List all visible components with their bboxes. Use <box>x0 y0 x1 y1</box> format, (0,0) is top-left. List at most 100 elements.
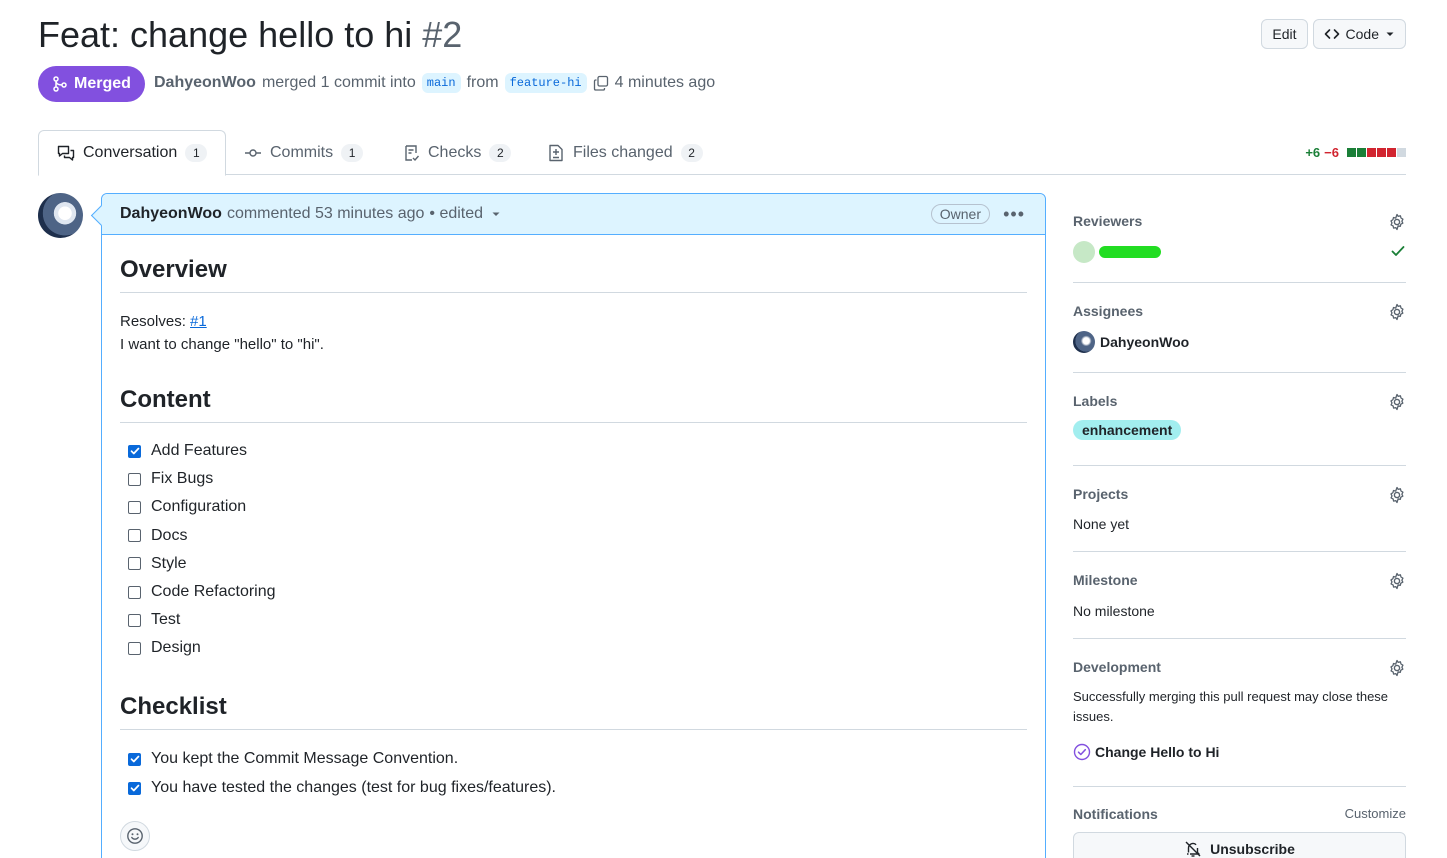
merge-author[interactable]: DahyeonWoo <box>154 74 256 92</box>
caret-down-icon[interactable] <box>491 209 501 219</box>
diffstat-block <box>1377 148 1386 157</box>
bell-slash-icon <box>1185 841 1201 857</box>
diffstat-block <box>1367 148 1376 157</box>
copy-icon[interactable] <box>593 75 609 91</box>
checklist-icon <box>405 144 420 161</box>
head-branch[interactable]: feature-hi <box>504 73 587 93</box>
deletions-count: −6 <box>1324 145 1339 160</box>
assignee-row[interactable]: DahyeonWoo <box>1073 331 1189 353</box>
merge-text: merged 1 commit into <box>261 74 416 91</box>
smiley-icon <box>127 828 143 844</box>
tab-label: Commits <box>270 143 334 161</box>
add-reaction-button[interactable] <box>120 821 150 851</box>
linked-issue[interactable]: Change Hello to Hi <box>1073 743 1219 761</box>
task-label: Docs <box>151 526 188 544</box>
development-text: Successfully merging this pull request m… <box>1073 689 1389 724</box>
assignees-title[interactable]: Assignees <box>1073 303 1406 319</box>
gear-icon[interactable] <box>1388 572 1406 590</box>
check-icon <box>1391 246 1405 256</box>
customize-link[interactable]: Customize <box>1345 806 1406 821</box>
reviewer-avatar[interactable] <box>1073 241 1095 263</box>
checklist-heading: Checklist <box>120 693 1027 730</box>
tab-files-changed[interactable]: Files changed 2 <box>529 130 721 175</box>
comment-timestamp[interactable]: commented 53 minutes ago <box>227 205 424 223</box>
notifications-title: Notifications <box>1073 806 1158 822</box>
milestone-value: No milestone <box>1073 603 1155 619</box>
labels-section: Labels enhancement <box>1073 393 1406 466</box>
comment-discussion-icon <box>57 145 75 161</box>
task-label: You kept the Commit Message Convention. <box>151 750 459 767</box>
assignee-name: DahyeonWoo <box>1100 334 1190 350</box>
comment-author[interactable]: DahyeonWoo <box>120 205 222 223</box>
pr-tabs: Conversation 1 Commits 1 Checks 2 Files … <box>38 130 1406 176</box>
assignees-section: Assignees DahyeonWoo <box>1073 303 1406 373</box>
checkbox-checked[interactable] <box>128 781 141 795</box>
diffstat-block <box>1397 148 1406 157</box>
edit-label: Edit <box>1272 26 1297 42</box>
notifications-section: Notifications Customize <box>1073 806 1406 824</box>
projects-title[interactable]: Projects <box>1073 486 1406 502</box>
redacted-reviewer-name <box>1099 246 1161 258</box>
unsubscribe-label: Unsubscribe <box>1210 841 1295 857</box>
edited-indicator[interactable]: • edited <box>429 205 483 223</box>
task-item: Docs <box>128 527 187 545</box>
reviewers-title[interactable]: Reviewers <box>1073 213 1406 229</box>
issue-link[interactable]: #1 <box>190 313 207 330</box>
label-enhancement[interactable]: enhancement <box>1073 420 1182 440</box>
linked-issue-title: Change Hello to Hi <box>1095 744 1220 760</box>
checkbox-unchecked[interactable] <box>128 613 141 627</box>
edit-button[interactable]: Edit <box>1261 19 1308 49</box>
pr-title-text: Feat: change hello to hi <box>38 14 413 55</box>
tab-counter: 2 <box>489 143 512 162</box>
task-item: Configuration <box>128 498 246 516</box>
checkbox-checked[interactable] <box>128 752 141 766</box>
gear-icon[interactable] <box>1388 213 1406 231</box>
comment-header: DahyeonWoo commented 53 minutes ago • ed… <box>102 194 1045 235</box>
unsubscribe-button[interactable]: Unsubscribe <box>1073 832 1406 858</box>
milestone-title[interactable]: Milestone <box>1073 572 1406 588</box>
code-label: Code <box>1345 26 1379 42</box>
gear-icon[interactable] <box>1388 393 1406 411</box>
git-merge-icon <box>53 76 67 92</box>
overview-heading: Overview <box>120 256 1027 293</box>
checkbox-unchecked[interactable] <box>128 500 141 514</box>
task-item: Design <box>128 639 201 657</box>
code-button[interactable]: Code <box>1312 19 1406 49</box>
tab-conversation[interactable]: Conversation 1 <box>38 130 227 176</box>
checkbox-unchecked[interactable] <box>128 529 141 543</box>
checkbox-unchecked[interactable] <box>128 472 141 486</box>
assignee-avatar <box>1073 331 1095 353</box>
tab-checks[interactable]: Checks 2 <box>384 130 529 175</box>
checkbox-unchecked[interactable] <box>128 585 141 599</box>
pr-title: Feat: change hello to hi #2 <box>38 14 462 56</box>
task-item: Style <box>128 555 187 573</box>
task-label: Design <box>151 639 201 657</box>
checkbox-checked[interactable] <box>128 444 141 458</box>
caret-down-icon <box>1386 32 1394 36</box>
gear-icon[interactable] <box>1388 486 1406 504</box>
description-text: I want to change "hello" to "hi". <box>120 336 324 353</box>
task-label: Add Features <box>151 442 248 459</box>
file-diff-icon <box>549 144 563 161</box>
tab-counter: 1 <box>341 143 364 162</box>
gear-icon[interactable] <box>1388 659 1406 677</box>
merged-label: Merged <box>74 75 131 92</box>
base-branch[interactable]: main <box>421 73 461 93</box>
labels-title[interactable]: Labels <box>1073 393 1406 409</box>
diffstat-blocks <box>1347 148 1406 157</box>
task-item: Test <box>128 611 180 629</box>
owner-badge: Owner <box>930 204 990 224</box>
development-title[interactable]: Development <box>1073 659 1406 675</box>
author-avatar[interactable] <box>38 193 83 238</box>
kebab-menu-icon[interactable]: ••• <box>1003 204 1025 225</box>
diffstat-block <box>1347 148 1356 157</box>
gear-icon[interactable] <box>1388 303 1406 321</box>
task-label: Style <box>151 554 187 572</box>
tab-commits[interactable]: Commits 1 <box>226 130 381 175</box>
checkbox-unchecked[interactable] <box>128 557 141 571</box>
checkbox-unchecked[interactable] <box>128 641 141 655</box>
git-commit-icon <box>245 148 261 157</box>
task-item: Code Refactoring <box>128 583 276 601</box>
from-text: from <box>466 74 499 91</box>
merge-time: 4 minutes ago <box>614 74 716 91</box>
